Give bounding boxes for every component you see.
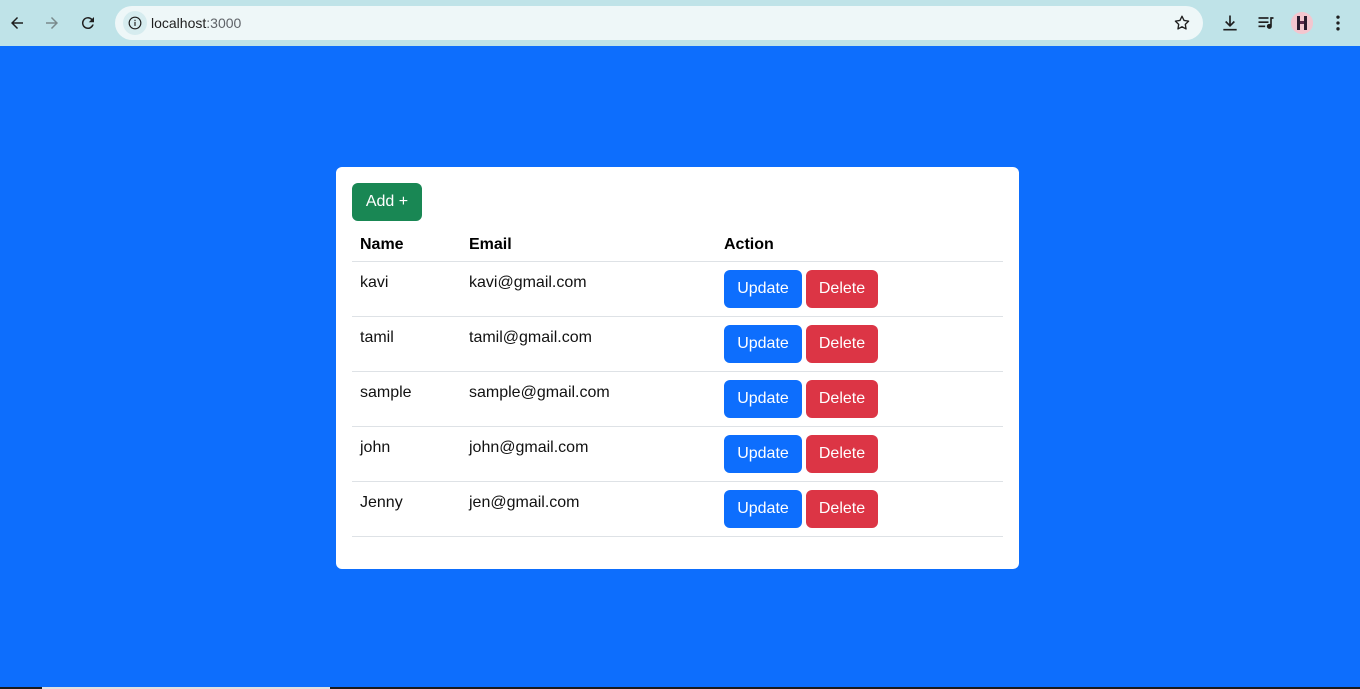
cell-name: sample <box>352 371 461 427</box>
table-row: Jenny jen@gmail.com Update Delete <box>352 481 1003 537</box>
users-table: Name Email Action kavi kavi@gmail.com Up… <box>352 229 1003 537</box>
url-host: localhost <box>151 15 207 31</box>
browser-toolbar: localhost:3000 <box>0 0 1360 46</box>
delete-button[interactable]: Delete <box>806 489 878 528</box>
profile-avatar[interactable] <box>1291 12 1313 34</box>
cell-name: john <box>352 426 461 482</box>
table-row: tamil tamil@gmail.com Update Delete <box>352 316 1003 372</box>
media-playlist-icon[interactable] <box>1255 12 1277 34</box>
table-row: john john@gmail.com Update Delete <box>352 426 1003 482</box>
site-info-icon[interactable] <box>123 11 147 35</box>
bookmark-star-icon[interactable] <box>1173 14 1191 32</box>
download-icon[interactable] <box>1219 12 1241 34</box>
table-header-row: Name Email Action <box>352 229 1003 262</box>
header-name: Name <box>352 229 461 262</box>
delete-button[interactable]: Delete <box>806 269 878 308</box>
address-bar[interactable]: localhost:3000 <box>115 6 1203 40</box>
delete-button[interactable]: Delete <box>806 324 878 363</box>
back-arrow-icon[interactable] <box>5 11 29 35</box>
cell-email: john@gmail.com <box>461 426 716 482</box>
url-text: localhost:3000 <box>151 15 241 31</box>
header-action: Action <box>716 229 1003 262</box>
cell-name: Jenny <box>352 481 461 537</box>
cell-name: tamil <box>352 316 461 372</box>
cell-email: jen@gmail.com <box>461 481 716 537</box>
add-user-button[interactable]: Add + <box>352 183 422 221</box>
header-email: Email <box>461 229 716 262</box>
table-row: kavi kavi@gmail.com Update Delete <box>352 261 1003 317</box>
more-menu-icon[interactable] <box>1327 12 1349 34</box>
users-card: Add + Name Email Action kavi kavi@gmail.… <box>336 167 1019 569</box>
update-button[interactable]: Update <box>724 379 802 418</box>
update-button[interactable]: Update <box>724 489 802 528</box>
url-port: :3000 <box>206 15 242 31</box>
forward-arrow-icon[interactable] <box>40 11 64 35</box>
cell-action: Update Delete <box>716 371 1003 427</box>
delete-button[interactable]: Delete <box>806 434 878 473</box>
cell-name: kavi <box>352 261 461 317</box>
update-button[interactable]: Update <box>724 324 802 363</box>
update-button[interactable]: Update <box>724 269 802 308</box>
cell-action: Update Delete <box>716 316 1003 372</box>
table-row: sample sample@gmail.com Update Delete <box>352 371 1003 427</box>
delete-button[interactable]: Delete <box>806 379 878 418</box>
reload-icon[interactable] <box>76 11 100 35</box>
cell-action: Update Delete <box>716 481 1003 537</box>
update-button[interactable]: Update <box>724 434 802 473</box>
cell-action: Update Delete <box>716 261 1003 317</box>
cell-email: sample@gmail.com <box>461 371 716 427</box>
cell-action: Update Delete <box>716 426 1003 482</box>
cell-email: tamil@gmail.com <box>461 316 716 372</box>
cell-email: kavi@gmail.com <box>461 261 716 317</box>
